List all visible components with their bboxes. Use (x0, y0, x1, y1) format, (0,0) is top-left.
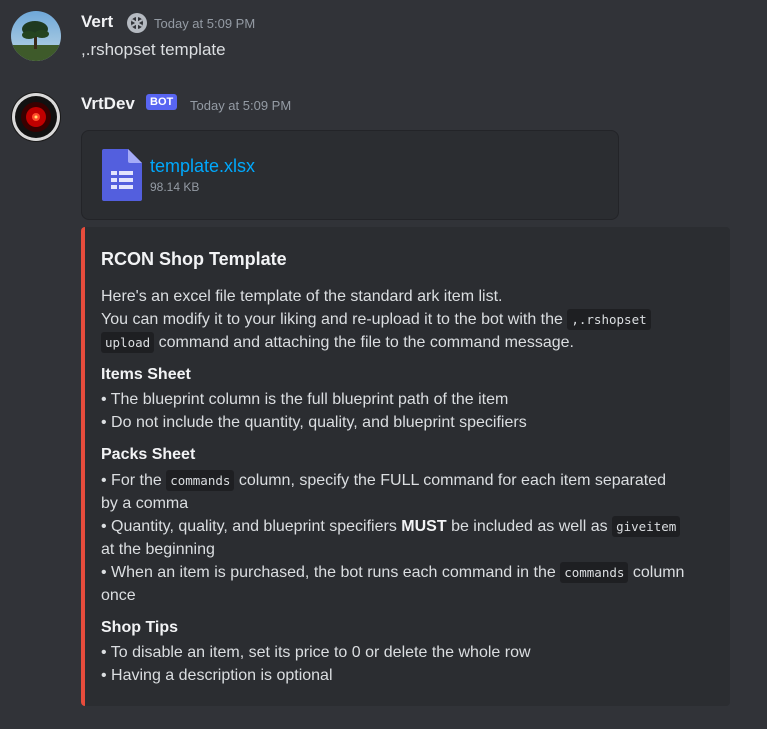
packs-bullet-2: • Quantity, quality, and blueprint speci… (101, 515, 681, 538)
inline-code: commands (560, 562, 629, 583)
items-bullet-1: • The blueprint column is the full bluep… (101, 391, 509, 408)
avatar-vert[interactable] (11, 11, 61, 61)
packs-sheet-heading: Packs Sheet (101, 446, 196, 463)
shop-tips-heading: Shop Tips (101, 619, 179, 636)
packs-bullet-3: • When an item is purchased, the bot run… (101, 562, 685, 583)
message-vert: Vert Today at 5:09 PM ,.rshopset templat… (0, 0, 767, 80)
items-bullet-2: • Do not include the quantity, quality, … (101, 414, 527, 431)
author-name[interactable]: VrtDev (81, 94, 135, 114)
bot-badge: BOT (146, 94, 178, 110)
embed-intro-line-2: You can modify it to your liking and re-… (101, 308, 651, 331)
inline-code: ,.rshopset (567, 309, 651, 330)
embed-title: RCON Shop Template (101, 249, 287, 269)
author-name[interactable]: Vert (81, 12, 113, 32)
embed-intro-line-3: upload command and attaching the file to… (101, 331, 574, 354)
spreadsheet-file-icon (102, 149, 142, 201)
tips-bullet-2: • Having a description is optional (101, 667, 333, 684)
inline-code: commands (166, 470, 235, 491)
file-attachment: template.xlsx 98.14 KB (81, 130, 619, 220)
avatar-vrtdev[interactable] (11, 92, 61, 142)
packs-bullet-1: • For the commands column, specify the F… (101, 470, 667, 491)
message-content: ,.rshopset template (81, 40, 226, 59)
items-sheet-heading: Items Sheet (101, 366, 191, 383)
file-size: 98.14 KB (150, 180, 200, 194)
inline-code: giveitem (612, 516, 681, 537)
tips-bullet-1: • To disable an item, set its price to 0… (101, 644, 531, 661)
timestamp: Today at 5:09 PM (190, 98, 292, 113)
packs-bullet-1-cont: by a comma (101, 495, 189, 512)
embed-intro-line-1: Here's an excel file template of the sta… (101, 288, 503, 305)
inline-code: upload (101, 332, 155, 353)
packs-bullet-3-cont: once (101, 587, 136, 604)
timestamp: Today at 5:09 PM (154, 16, 256, 31)
role-badge-icon[interactable] (125, 11, 149, 35)
file-name-link[interactable]: template.xlsx (150, 156, 255, 177)
embed: RCON Shop Template Here's an excel file … (81, 227, 730, 706)
packs-bullet-2-cont: at the beginning (101, 541, 215, 558)
